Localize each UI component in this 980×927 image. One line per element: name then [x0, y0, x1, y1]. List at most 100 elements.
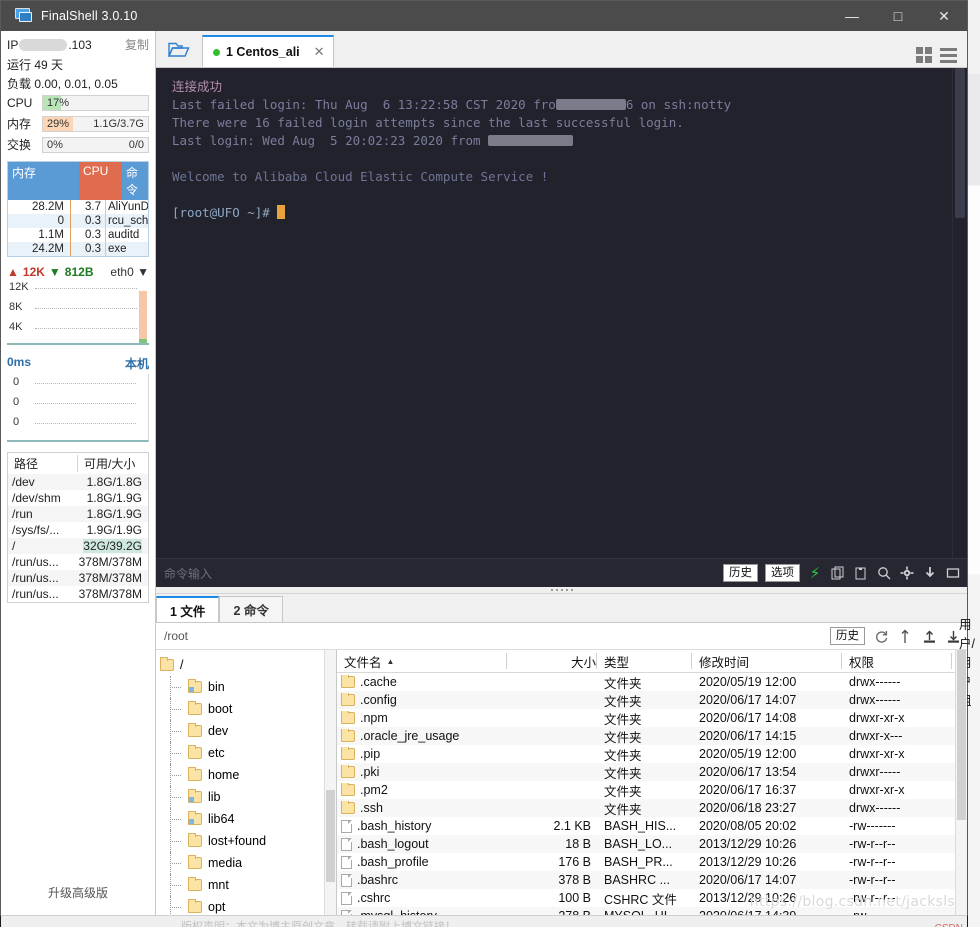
close-tab-icon[interactable]: ✕ — [314, 44, 325, 60]
tree-node[interactable]: lib — [160, 786, 336, 808]
disk-row[interactable]: /run/us... 378M/378M — [8, 586, 148, 602]
disk-header-path[interactable]: 路径 — [8, 455, 78, 472]
table-row[interactable]: .bash_history 2.1 KB BASH_HIS... 2020/08/05… — [337, 817, 955, 835]
upgrade-link[interactable]: 升级高级版 — [1, 884, 155, 915]
disk-table-header: 路径 可用/大小 — [8, 453, 148, 474]
disk-row[interactable]: /run/us... 378M/378M — [8, 554, 148, 570]
terminal-cursor — [277, 205, 286, 219]
command-input[interactable]: 命令输入 — [164, 565, 212, 582]
tree-node[interactable]: mnt — [160, 874, 336, 896]
list-view-icon[interactable] — [940, 47, 957, 63]
disk-row[interactable]: /sys/fs/... 1.9G/1.9G — [8, 522, 148, 538]
column-header-name[interactable]: 文件名 ▲ — [337, 653, 507, 670]
path-input[interactable]: /root — [164, 629, 188, 643]
table-row[interactable]: .bashrc 378 B BASHRC ... 2020/06/17 14:07 -r… — [337, 871, 955, 889]
tree-node[interactable]: media — [160, 852, 336, 874]
tab-files[interactable]: 1 文件 — [156, 596, 220, 622]
file-name: .pm2 — [360, 783, 388, 797]
column-header-perm[interactable]: 权限 — [842, 653, 952, 670]
network-interface-select[interactable]: eth0 ▼ — [110, 265, 149, 279]
table-row[interactable]: .pki文件夹2020/06/17 13:54drwxr-----0/0 — [337, 763, 955, 781]
grid-view-icon[interactable] — [916, 47, 932, 63]
download-icon[interactable] — [921, 628, 937, 644]
gauge-swap: 交换 0% 0/0 — [1, 134, 155, 155]
tree-scrollbar[interactable] — [324, 650, 336, 915]
disk-row[interactable]: /run/us... 378M/378M — [8, 570, 148, 586]
table-row[interactable]: .pm2文件夹2020/06/17 16:37drwxr-xr-x0/0 — [337, 781, 955, 799]
window-icon[interactable] — [945, 565, 961, 581]
tab-commands[interactable]: 2 命令 — [219, 596, 283, 622]
maximize-button[interactable]: □ — [875, 1, 921, 31]
search-icon[interactable] — [876, 565, 892, 581]
tree-node[interactable]: lost+found — [160, 830, 336, 852]
process-row[interactable]: 0 0.3 rcu_sched — [8, 214, 148, 228]
open-folder-button[interactable] — [156, 33, 202, 67]
network-header: ▲ 12K ▼ 812B eth0 ▼ — [7, 265, 149, 279]
table-row[interactable]: .pip文件夹2020/05/19 12:00drwxr-xr-x0/0 — [337, 745, 955, 763]
ping-header: 0ms 本机 — [7, 355, 149, 372]
bolt-icon[interactable]: ⚡ — [807, 565, 823, 582]
tree-node-root[interactable]: / — [160, 654, 336, 676]
file-name: .pki — [360, 765, 380, 779]
tree-node[interactable]: dev — [160, 720, 336, 742]
file-name: .ssh — [360, 801, 383, 815]
process-row[interactable]: 28.2M 3.7 AliYunDun — [8, 200, 148, 214]
paste-icon[interactable] — [853, 565, 869, 581]
process-header-cpu[interactable]: CPU — [79, 162, 122, 200]
directory-tree[interactable]: / bin boot dev etc home lib lib64 lost+f… — [156, 650, 337, 915]
column-header-mtime[interactable]: 修改时间 — [692, 653, 842, 670]
command-bar-actions: 历史 选项 ⚡ — [723, 564, 961, 582]
table-row[interactable]: .npm文件夹2020/06/17 14:08drwxr-xr-x0/0 — [337, 709, 955, 727]
close-button[interactable]: ✕ — [921, 1, 967, 31]
file-perm: drwxr-xr-x — [849, 747, 905, 761]
folder-icon — [188, 723, 202, 737]
ip-label: IP — [7, 37, 19, 52]
tree-node[interactable]: etc — [160, 742, 336, 764]
terminal-scrollbar[interactable] — [952, 68, 967, 558]
disk-row[interactable]: /run 1.8G/1.9G — [8, 506, 148, 522]
disk-row[interactable]: /dev/shm 1.8G/1.9G — [8, 490, 148, 506]
tree-node[interactable]: boot — [160, 698, 336, 720]
disk-row[interactable]: /dev 1.8G/1.8G — [8, 474, 148, 490]
minimize-button[interactable]: — — [829, 1, 875, 31]
copy-ip-button[interactable]: 复制 — [125, 36, 149, 53]
file-list-scrollbar[interactable] — [955, 650, 967, 915]
tree-node[interactable]: opt — [160, 896, 336, 915]
process-header-memory[interactable]: 内存 — [8, 162, 79, 200]
pane-splitter[interactable] — [156, 587, 967, 594]
column-header-size[interactable]: 大小 — [507, 653, 597, 670]
table-row[interactable]: .bash_profile 176 B BASH_PR... 2013/12/29 1… — [337, 853, 955, 871]
command-history-button[interactable]: 历史 — [723, 564, 758, 582]
process-row[interactable]: 1.1M 0.3 auditd — [8, 228, 148, 242]
gear-icon[interactable] — [899, 565, 915, 581]
table-row[interactable]: .ssh文件夹2020/06/18 23:27drwx------0/0 — [337, 799, 955, 817]
table-row[interactable]: .oracle_jre_usage 文件夹 2020/06/17 14:15 drwx… — [337, 727, 955, 745]
table-row[interactable]: .mysql_history278 BMYSQL_HI...2020/06/17… — [337, 907, 955, 915]
command-options-button[interactable]: 选项 — [765, 564, 800, 582]
sort-icon[interactable] — [897, 628, 913, 644]
file-type: 文件夹 — [604, 748, 642, 763]
disk-row[interactable]: / 32G/39.2G — [8, 538, 148, 554]
copy-icon[interactable] — [830, 565, 846, 581]
path-history-button[interactable]: 历史 — [830, 627, 865, 645]
tree-node[interactable]: lib64 — [160, 808, 336, 830]
refresh-icon[interactable] — [873, 628, 889, 644]
table-row[interactable]: .config文件夹2020/06/17 14:07drwx------0/0 — [337, 691, 955, 709]
disk-header-usage[interactable]: 可用/大小 — [78, 455, 148, 472]
file-perm: drwxr-xr-x — [849, 711, 905, 725]
file-perm: drwx------ — [849, 693, 901, 707]
tab-centos-ali[interactable]: 1 Centos_ali ✕ — [202, 35, 334, 67]
tree-node[interactable]: home — [160, 764, 336, 786]
column-header-type[interactable]: 类型 — [597, 653, 692, 670]
ping-host[interactable]: 本机 — [125, 355, 149, 372]
table-row[interactable]: .cshrc 100 B CSHRC 文件 2013/12/29 10:26 -rw-r… — [337, 889, 955, 907]
process-header-command[interactable]: 命令 — [122, 162, 148, 200]
terminal-output[interactable]: 连接成功 Last failed login: Thu Aug 6 13:22:… — [156, 68, 952, 558]
download-icon[interactable] — [922, 565, 938, 581]
table-row[interactable]: .bash_logout 18 B BASH_LO... 2013/12/29 10:… — [337, 835, 955, 853]
disk-usage: 378M/378M — [78, 571, 142, 585]
tree-node[interactable]: bin — [160, 676, 336, 698]
table-row[interactable]: .cache文件夹2020/05/19 12:00drwx------0/0 — [337, 673, 955, 691]
file-perm: -rw-r--r-- — [849, 891, 896, 905]
process-row[interactable]: 24.2M 0.3 exe — [8, 242, 148, 256]
